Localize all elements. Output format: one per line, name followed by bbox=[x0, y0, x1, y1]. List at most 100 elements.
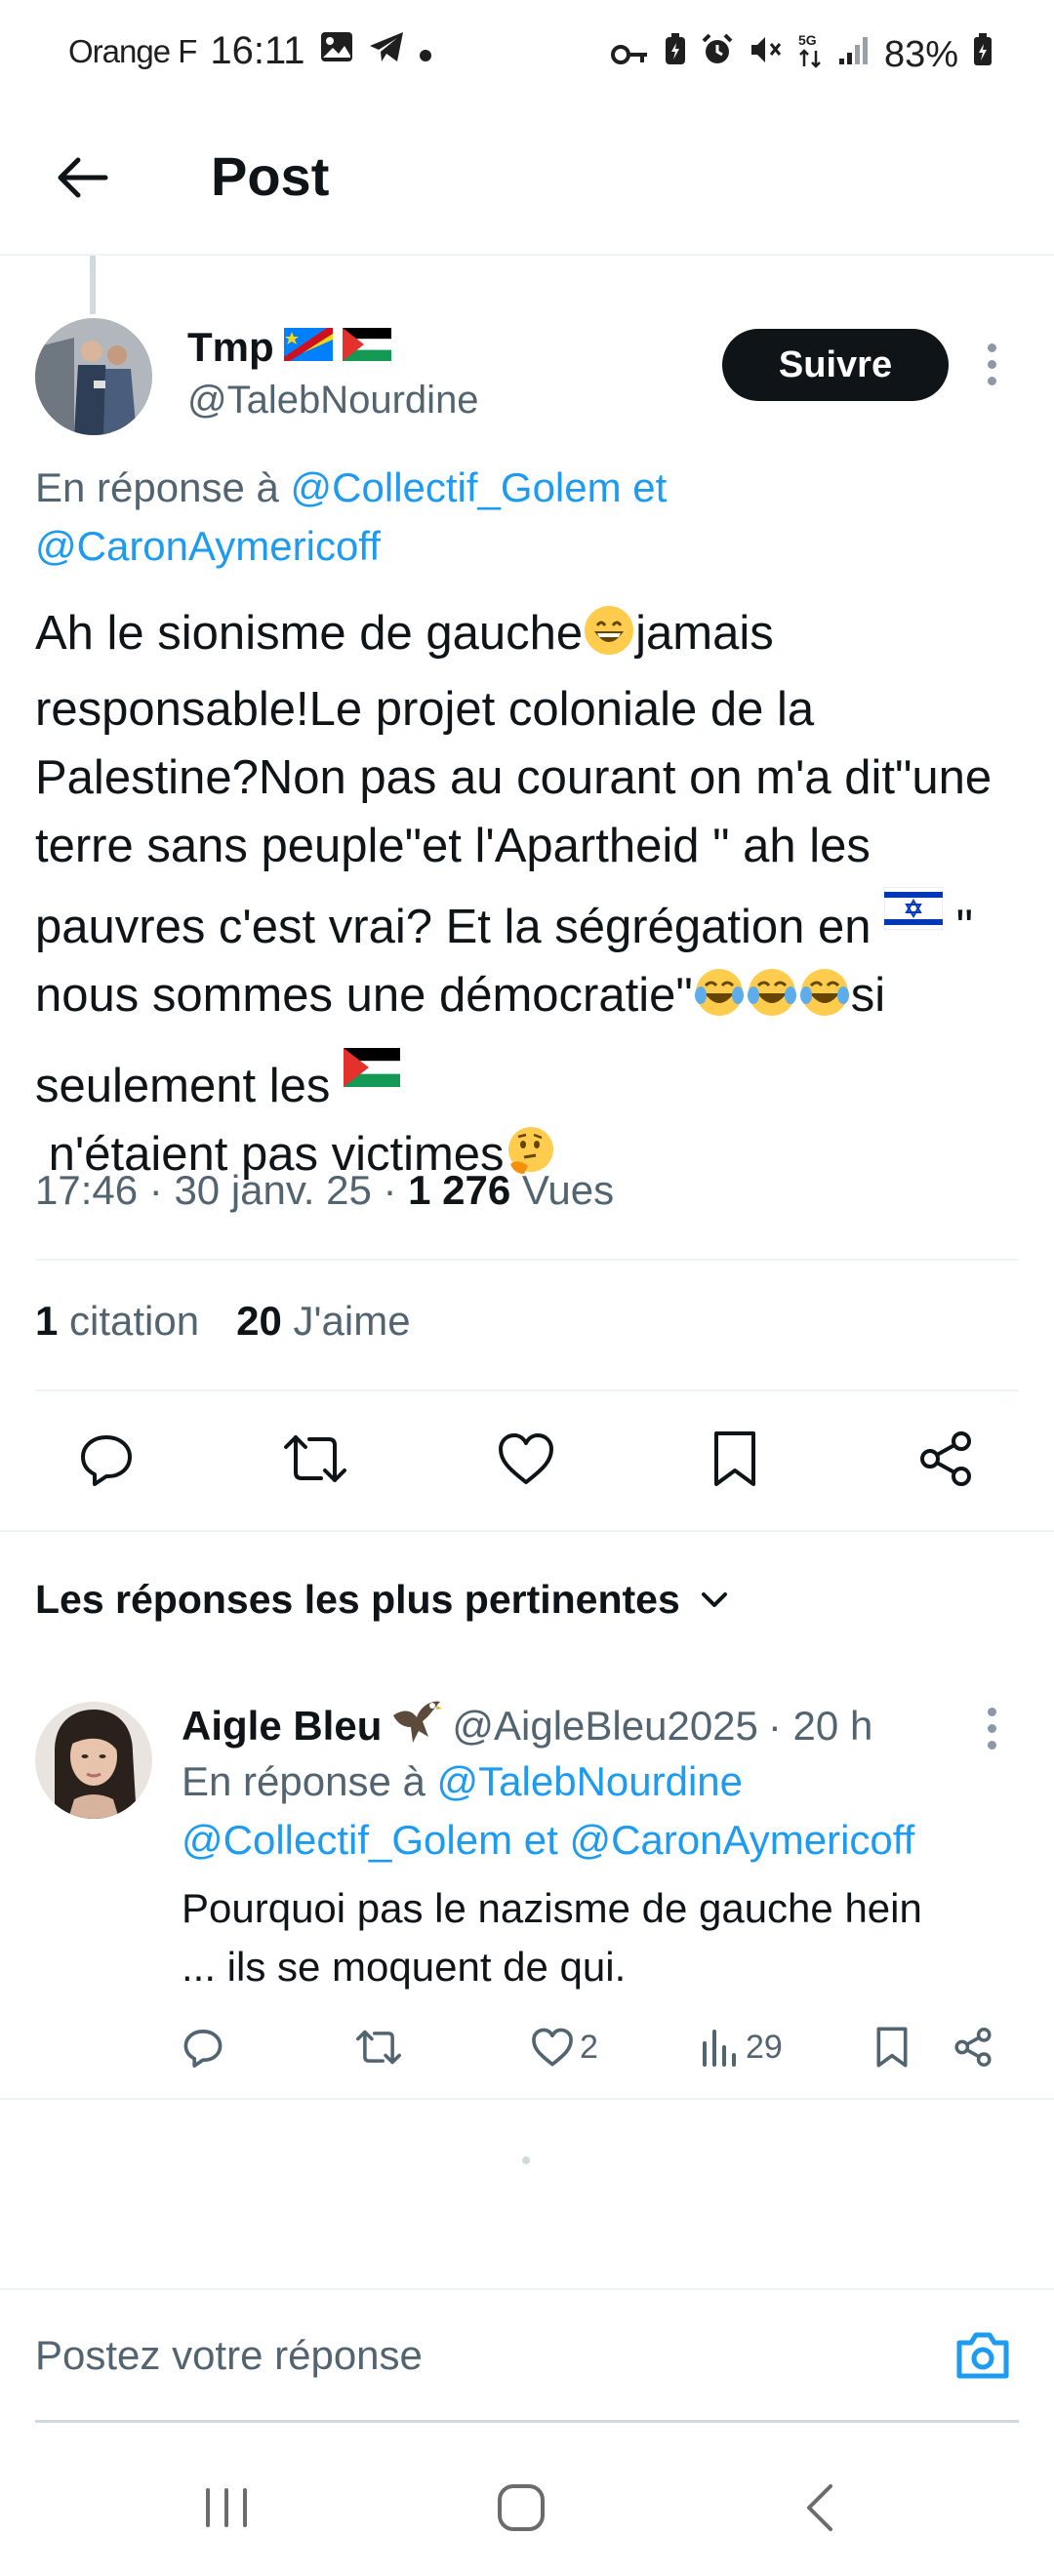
post-stats: 1 citation 20 J'aime bbox=[35, 1298, 411, 1345]
drc-flag-icon bbox=[283, 324, 333, 371]
grinning-emoji-icon bbox=[583, 604, 635, 675]
post-date: 30 janv. 25 bbox=[174, 1167, 372, 1213]
clock: 16:11 bbox=[210, 29, 305, 72]
quotes-stat[interactable]: 1 citation bbox=[35, 1298, 199, 1345]
mention-caron-aymericoff[interactable]: @CaronAymericoff bbox=[35, 523, 381, 569]
post-text: Ah le sionisme de gauche jamais responsab… bbox=[35, 599, 1021, 1196]
quotes-label: citation bbox=[69, 1298, 200, 1344]
author-name[interactable]: Tmp bbox=[187, 324, 391, 371]
home-icon bbox=[498, 2484, 545, 2531]
signal-icon bbox=[837, 33, 871, 76]
reply-like-count: 2 bbox=[580, 2028, 598, 2066]
share-button[interactable] bbox=[902, 1415, 990, 1503]
divider bbox=[0, 1530, 1054, 1532]
reply-reply-context: En réponse à @TalebNourdine @Collectif_G… bbox=[182, 1752, 1040, 1870]
top-app-bar: Post bbox=[0, 107, 1054, 256]
bookmark-button[interactable] bbox=[691, 1415, 779, 1503]
reply-author-name[interactable]: Aigle Bleu bbox=[182, 1703, 382, 1750]
mention-caron-aymericoff[interactable]: @CaronAymericoff bbox=[569, 1817, 914, 1863]
tears-of-joy-emoji-icon bbox=[693, 966, 851, 1037]
reply-icon bbox=[183, 2030, 223, 2068]
battery-percentage: 83% bbox=[883, 33, 958, 75]
reply-composer bbox=[0, 2288, 1054, 2423]
reply-prefix: En réponse à bbox=[182, 1758, 426, 1804]
gallery-notification-icon bbox=[319, 30, 354, 73]
recent-apps-icon bbox=[206, 2488, 247, 2527]
svg-text:5G: 5G bbox=[798, 32, 817, 48]
reply-input[interactable] bbox=[35, 2321, 894, 2390]
loading-indicator bbox=[522, 2156, 530, 2164]
system-back-button[interactable] bbox=[771, 2459, 869, 2556]
reply-views-button[interactable]: 29 bbox=[701, 2018, 783, 2076]
reply-action-bar: 2 29 bbox=[0, 2018, 1054, 2076]
sort-replies-dropdown[interactable]: Les réponses les plus pertinentes bbox=[35, 1577, 729, 1623]
alarm-icon bbox=[701, 33, 734, 76]
chevron-left-icon bbox=[807, 2484, 832, 2531]
chevron-down-icon bbox=[701, 1591, 727, 1607]
reply-share-button[interactable] bbox=[953, 2018, 993, 2076]
israel-flag-icon bbox=[884, 880, 944, 948]
share-icon bbox=[920, 1431, 971, 1486]
camera-icon bbox=[956, 2332, 1009, 2379]
thread-connector bbox=[90, 256, 96, 314]
carrier-name: Orange F bbox=[68, 32, 197, 69]
views-label: Vues bbox=[521, 1167, 615, 1213]
reply-bookmark-button[interactable] bbox=[874, 2018, 910, 2076]
author-avatar[interactable] bbox=[35, 318, 152, 435]
reply-author-line: Aigle Bleu @AigleBleu2025 · 20 h bbox=[182, 1698, 872, 1754]
sort-label: Les réponses les plus pertinentes bbox=[35, 1577, 680, 1622]
retweet-icon bbox=[284, 1435, 346, 1482]
reply-prefix: En réponse à bbox=[35, 464, 279, 510]
reply-icon bbox=[81, 1435, 132, 1486]
mute-icon bbox=[748, 33, 783, 76]
likes-count: 20 bbox=[236, 1298, 282, 1344]
likes-stat[interactable]: 20 J'aime bbox=[236, 1298, 410, 1345]
reply-author-handle[interactable]: @AigleBleu2025 bbox=[452, 1703, 758, 1750]
page-title: Post bbox=[211, 145, 330, 207]
reply-button[interactable] bbox=[62, 1415, 150, 1503]
reply-time: · 20 h bbox=[767, 1703, 873, 1749]
reply-context: En réponse à @Collectif_Golem et @CaronA… bbox=[35, 459, 1011, 576]
system-navigation-bar bbox=[0, 2439, 1054, 2576]
home-button[interactable] bbox=[472, 2459, 570, 2556]
mention-taleb-nourdine[interactable]: @TalebNourdine bbox=[437, 1758, 743, 1804]
battery-icon bbox=[972, 32, 993, 77]
retweet-icon bbox=[356, 2030, 401, 2065]
author-handle[interactable]: @TalebNourdine bbox=[187, 379, 479, 423]
arrow-left-icon bbox=[58, 157, 108, 198]
recent-apps-button[interactable] bbox=[178, 2459, 275, 2556]
reply-avatar[interactable] bbox=[35, 1702, 152, 1819]
views-count: 1 276 bbox=[408, 1167, 511, 1213]
battery-saver-icon bbox=[664, 33, 687, 76]
follow-button[interactable]: Suivre bbox=[722, 329, 949, 401]
quotes-count: 1 bbox=[35, 1298, 59, 1344]
more-notifications-icon bbox=[419, 30, 432, 72]
post-meta: 17:46 · 30 janv. 25 · 1 276 Vues bbox=[35, 1167, 615, 1213]
camera-button[interactable] bbox=[949, 2321, 1017, 2390]
mention-collectif-golem[interactable]: @Collectif_Golem bbox=[182, 1817, 512, 1863]
bookmark-icon bbox=[876, 2027, 908, 2068]
vpn-key-icon bbox=[610, 34, 650, 76]
heart-icon bbox=[499, 1433, 553, 1484]
like-button[interactable] bbox=[482, 1415, 570, 1503]
mention-joiner: et bbox=[523, 1817, 558, 1863]
repost-button[interactable] bbox=[271, 1415, 359, 1503]
back-button[interactable] bbox=[47, 142, 117, 213]
post-time: 17:46 bbox=[35, 1167, 139, 1213]
reply-reply-button[interactable] bbox=[182, 2018, 224, 2076]
palestine-flag-icon bbox=[342, 324, 391, 371]
heart-icon bbox=[532, 2028, 573, 2067]
eagle-emoji-icon bbox=[391, 1698, 443, 1754]
author-display-name: Tmp bbox=[187, 324, 274, 370]
reply-repost-button[interactable] bbox=[355, 2018, 402, 2076]
post-more-options-icon[interactable] bbox=[988, 343, 996, 385]
divider bbox=[35, 1389, 1019, 1391]
post-action-bar bbox=[0, 1415, 1054, 1503]
status-right: 5G 83% bbox=[610, 31, 993, 78]
reply-more-options-icon[interactable] bbox=[988, 1708, 996, 1750]
share-icon bbox=[954, 2028, 992, 2067]
views-icon bbox=[703, 2030, 736, 2067]
bookmark-icon bbox=[714, 1431, 755, 1486]
mention-collectif-golem[interactable]: @Collectif_Golem bbox=[291, 464, 622, 510]
reply-like-button[interactable]: 2 bbox=[531, 2018, 598, 2076]
